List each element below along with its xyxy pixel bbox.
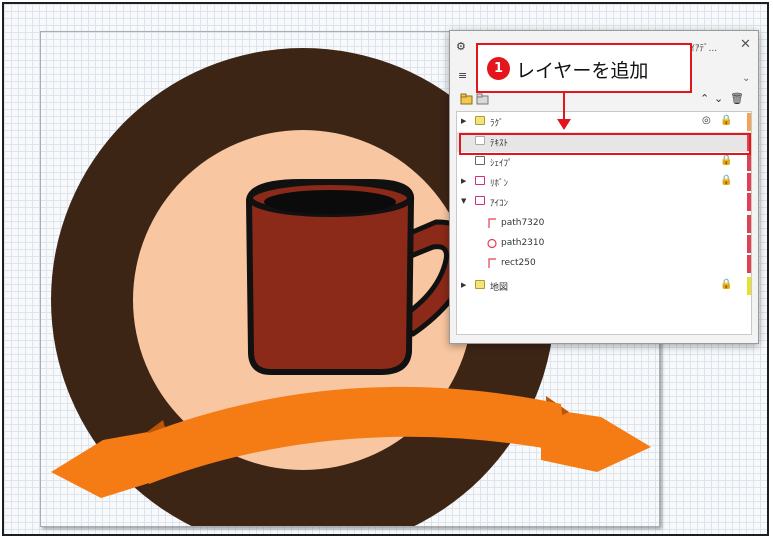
layer-label: path7320 (501, 218, 545, 228)
layer-row-shape[interactable]: ｼｪｲﾌﾟ 🔒 (457, 152, 751, 172)
layer-row-icon[interactable]: ▼ ｱｲｺﾝ (457, 192, 751, 212)
path-icon (488, 258, 496, 268)
callout-arrow-head-icon (557, 119, 571, 130)
layer-list: ▶ ﾗｸﾞ ◎ 🔒 ﾃｷｽﾄ ｼｪｲﾌﾟ 🔒 ▶ ﾘﾎﾞﾝ 🔒 ▼ ｱｲｺﾝ p… (456, 111, 752, 335)
layers-icon[interactable]: ≡ (458, 69, 467, 82)
collapse-arrow-icon[interactable]: ▼ (461, 197, 466, 205)
add-sublayer-icon[interactable] (476, 93, 490, 105)
move-down-icon[interactable]: ⌄ (714, 92, 723, 105)
layer-color-tag (747, 133, 751, 151)
folder-icon (475, 280, 485, 289)
path-icon (488, 218, 496, 228)
layer-label: ﾃｷｽﾄ (490, 139, 509, 149)
callout-arrow-line (563, 93, 565, 121)
hidden-eye-icon[interactable]: ◎ (702, 115, 711, 126)
layer-label: path2310 (501, 238, 545, 248)
lock-icon[interactable]: 🔒 (720, 175, 732, 186)
layer-label: rect250 (501, 258, 536, 268)
lock-icon[interactable]: 🔒 (720, 155, 732, 166)
lock-icon[interactable]: 🔒 (720, 279, 732, 290)
layer-row-rect250[interactable]: rect250 (457, 254, 751, 274)
layer-label: ﾘﾎﾞﾝ (490, 179, 509, 189)
gear-icon[interactable]: ⚙ (456, 40, 468, 53)
layer-color-tag (747, 113, 751, 131)
folder-icon (475, 116, 485, 125)
layer-row-ribbon[interactable]: ▶ ﾘﾎﾞﾝ 🔒 (457, 172, 751, 192)
folder-icon (475, 136, 485, 145)
layer-color-tag (747, 215, 751, 233)
folder-icon (475, 176, 485, 185)
step-number-badge: 1 (487, 57, 510, 80)
layer-row-rag[interactable]: ▶ ﾗｸﾞ ◎ 🔒 (457, 112, 751, 132)
layer-row-path2310[interactable]: path2310 (457, 234, 751, 254)
layer-color-tag (747, 277, 751, 295)
move-up-icon[interactable]: ⌃ (700, 92, 709, 105)
layer-color-tag (747, 235, 751, 253)
layer-row-map[interactable]: ▶ 地図 🔒 (457, 276, 751, 296)
expand-arrow-icon[interactable]: ▶ (461, 177, 466, 185)
folder-icon (475, 156, 485, 165)
layer-color-tag (747, 173, 751, 191)
chevron-down-icon[interactable]: ⌄ (742, 73, 750, 84)
mug-opening (264, 190, 396, 214)
layer-label: ﾗｸﾞ (490, 119, 504, 129)
lock-icon[interactable]: 🔒 (720, 115, 732, 126)
circle-icon (487, 238, 497, 249)
add-layer-icon[interactable] (460, 93, 474, 105)
close-icon[interactable]: ✕ (740, 37, 751, 52)
layer-label: ｱｲｺﾝ (490, 199, 509, 209)
layer-color-tag (747, 153, 751, 171)
expand-arrow-icon[interactable]: ▶ (461, 281, 466, 289)
layer-row-path7320[interactable]: path7320 (457, 214, 751, 234)
layer-color-tag (747, 255, 751, 273)
layers-toolbar: ⌃ ⌄ 🗑 (456, 92, 752, 109)
layer-row-text[interactable]: ﾃｷｽﾄ (457, 132, 751, 152)
layer-label: ｼｪｲﾌﾟ (490, 159, 513, 169)
layer-label: 地図 (490, 283, 509, 293)
folder-icon (475, 196, 485, 205)
layer-color-tag (747, 193, 751, 211)
expand-arrow-icon[interactable]: ▶ (461, 117, 466, 125)
instruction-callout: 1 レイヤーを追加 (476, 43, 692, 93)
callout-text: レイヤーを追加 (516, 60, 649, 82)
trash-icon[interactable]: 🗑 (730, 92, 744, 105)
